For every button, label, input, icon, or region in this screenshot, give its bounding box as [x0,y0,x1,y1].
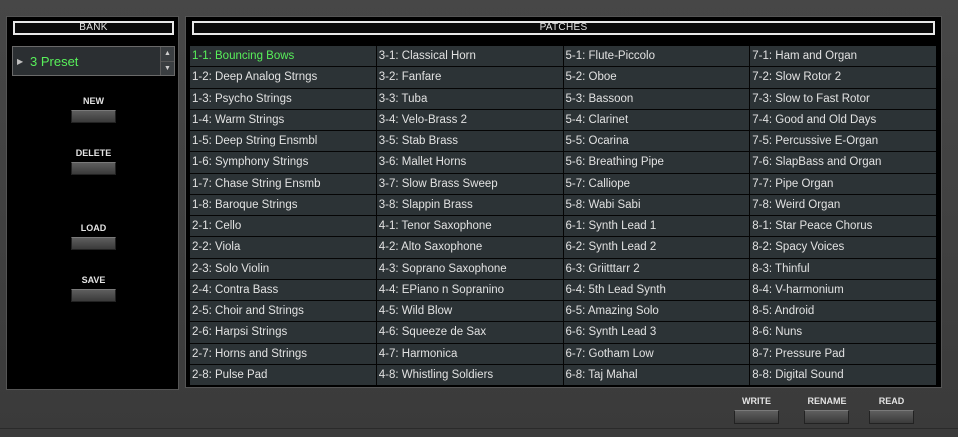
read-button[interactable] [869,410,914,424]
triangle-right-icon: ▶ [17,57,24,66]
patch-item[interactable]: 8-1: Star Peace Chorus [750,216,936,237]
bottom-strip [0,428,958,437]
patch-column: 5-1: Flute-Piccolo 5-2: Oboe 5-3: Bassoon 5… [563,46,750,385]
patch-item[interactable]: 6-5: Amazing Solo [563,301,750,322]
patch-item[interactable]: 5-5: Ocarina [563,131,750,152]
bank-panel: BANK ▶ 3 Preset ▲ ▼ NEW DELETE LOAD SAVE [6,16,179,390]
patch-item[interactable]: 7-7: Pipe Organ [750,173,936,194]
bank-selector[interactable]: ▶ 3 Preset ▲ ▼ [12,46,175,76]
patch-item[interactable]: 8-7: Pressure Pad [750,343,936,364]
patch-item[interactable]: 4-3: Soprano Saxophone [376,258,563,279]
patch-item[interactable]: 8-8: Digital Sound [750,364,936,385]
patch-grid: 1-1: Bouncing Bows 1-2: Deep Analog Strng… [190,46,936,385]
patch-item[interactable]: 7-4: Good and Old Days [750,109,936,130]
patch-item[interactable]: 5-7: Calliope [563,173,750,194]
load-label: LOAD [80,223,107,233]
patch-item[interactable]: 5-4: Clarinet [563,109,750,130]
patch-item[interactable]: 8-6: Nuns [750,322,936,343]
patch-item[interactable]: 2-8: Pulse Pad [190,364,376,385]
patch-item[interactable]: 1-8: Baroque Strings [190,194,376,215]
patch-item[interactable]: 2-4: Contra Bass [190,279,376,300]
patch-item[interactable]: 5-8: Wabi Sabi [563,194,750,215]
patch-item[interactable]: 3-6: Mallet Horns [376,152,563,173]
patch-item[interactable]: 4-2: Alto Saxophone [376,237,563,258]
patch-item[interactable]: 1-1: Bouncing Bows [190,46,376,67]
delete-button[interactable] [71,162,116,175]
patch-item[interactable]: 7-6: SlapBass and Organ [750,152,936,173]
patch-item[interactable]: 7-8: Weird Organ [750,194,936,215]
patch-item[interactable]: 4-4: EPiano n Sopranino [376,279,563,300]
patch-item[interactable]: 6-1: Synth Lead 1 [563,216,750,237]
patch-item[interactable]: 5-1: Flute-Piccolo [563,46,750,67]
patch-item[interactable]: 4-1: Tenor Saxophone [376,216,563,237]
patch-item[interactable]: 2-3: Solo Violin [190,258,376,279]
patch-item[interactable]: 7-3: Slow to Fast Rotor [750,88,936,109]
patch-item[interactable]: 2-2: Viola [190,237,376,258]
patch-item[interactable]: 3-5: Stab Brass [376,131,563,152]
patch-item[interactable]: 1-2: Deep Analog Strngs [190,67,376,88]
delete-label: DELETE [75,148,112,158]
patch-item[interactable]: 7-2: Slow Rotor 2 [750,67,936,88]
patch-item[interactable]: 3-2: Fanfare [376,67,563,88]
patch-item[interactable]: 4-7: Harmonica [376,343,563,364]
patch-column: 3-1: Classical Horn 3-2: Fanfare 3-3: Tuba… [376,46,563,385]
bank-selected-value: 3 Preset [30,54,79,69]
patches-panel: PATCHES 1-1: Bouncing Bows 1-2: Deep Anal… [185,16,942,388]
patch-item[interactable]: 1-7: Chase String Ensmb [190,173,376,194]
patch-item[interactable]: 6-3: Griitttarr 2 [563,258,750,279]
load-button[interactable] [71,237,116,250]
rename-button[interactable] [804,410,849,424]
new-label: NEW [83,96,104,106]
patch-item[interactable]: 3-8: Slappin Brass [376,194,563,215]
patch-item[interactable]: 4-8: Whistling Soldiers [376,364,563,385]
patch-item[interactable]: 4-6: Squeeze de Sax [376,322,563,343]
bank-spinner[interactable]: ▲ ▼ [160,47,174,75]
patch-item[interactable]: 3-4: Velo-Brass 2 [376,109,563,130]
arrow-up-icon[interactable]: ▲ [161,47,174,61]
save-label: SAVE [81,275,106,285]
save-button[interactable] [71,289,116,302]
patch-item[interactable]: 5-6: Breathing Pipe [563,152,750,173]
patch-item[interactable]: 8-5: Android [750,301,936,322]
patch-item[interactable]: 4-5: Wild Blow [376,301,563,322]
arrow-down-icon[interactable]: ▼ [161,61,174,75]
patch-column: 1-1: Bouncing Bows 1-2: Deep Analog Strng… [190,46,376,385]
bank-header: BANK [13,21,174,35]
patch-item[interactable]: 6-4: 5th Lead Synth [563,279,750,300]
patch-item[interactable]: 3-3: Tuba [376,88,563,109]
patch-item[interactable]: 5-3: Bassoon [563,88,750,109]
patch-item[interactable]: 2-1: Cello [190,216,376,237]
write-button[interactable] [734,410,779,424]
write-label: WRITE [742,396,771,406]
patch-item[interactable]: 1-3: Psycho Strings [190,88,376,109]
window-frame: BANK ▶ 3 Preset ▲ ▼ NEW DELETE LOAD SAVE… [0,0,958,437]
patch-item[interactable]: 8-4: V-harmonium [750,279,936,300]
patch-item[interactable]: 6-2: Synth Lead 2 [563,237,750,258]
patch-item[interactable]: 6-7: Gotham Low [563,343,750,364]
patch-item[interactable]: 1-5: Deep String Ensmbl [190,131,376,152]
patch-item[interactable]: 8-2: Spacy Voices [750,237,936,258]
patch-item[interactable]: 7-1: Ham and Organ [750,46,936,67]
patch-item[interactable]: 8-3: Thinful [750,258,936,279]
patch-column: 7-1: Ham and Organ 7-2: Slow Rotor 2 7-3: … [750,46,936,385]
patch-item[interactable]: 2-6: Harpsi Strings [190,322,376,343]
patch-item[interactable]: 6-6: Synth Lead 3 [563,322,750,343]
read-label: READ [878,396,905,406]
patch-item[interactable]: 2-7: Horns and Strings [190,343,376,364]
patch-item[interactable]: 1-6: Symphony Strings [190,152,376,173]
patch-item[interactable]: 7-5: Percussive E-Organ [750,131,936,152]
patch-item[interactable]: 1-4: Warm Strings [190,109,376,130]
patch-item[interactable]: 5-2: Oboe [563,67,750,88]
rename-label: RENAME [807,396,847,406]
patch-item[interactable]: 2-5: Choir and Strings [190,301,376,322]
patches-header: PATCHES [192,21,935,35]
new-button[interactable] [71,110,116,123]
patch-item[interactable]: 3-7: Slow Brass Sweep [376,173,563,194]
patch-item[interactable]: 6-8: Taj Mahal [563,364,750,385]
patch-item[interactable]: 3-1: Classical Horn [376,46,563,67]
